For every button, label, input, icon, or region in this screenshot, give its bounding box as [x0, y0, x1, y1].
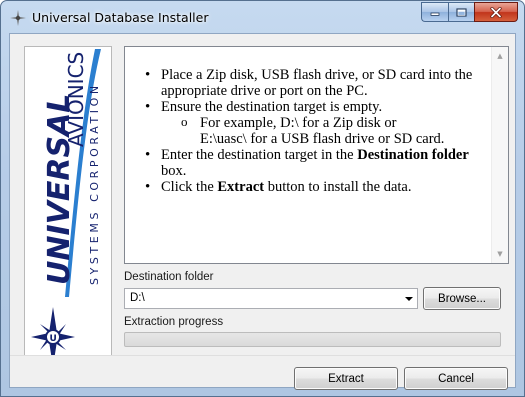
logo-brand-avionics: AVIONICS: [64, 52, 88, 147]
instruction-text: Enter the destination target in the: [161, 147, 358, 163]
destination-folder-dropdown[interactable]: D:\: [124, 288, 418, 309]
browse-button[interactable]: Browse...: [423, 287, 501, 310]
dialog-client-area: UNIVERSAL AVIONICS SYSTEMS CORPORATION U: [9, 33, 516, 390]
instruction-bullet-empty: Ensure the destination target is empty.: [141, 99, 486, 115]
extraction-progress-label: Extraction progress: [124, 316, 224, 328]
instruction-sub-example: For example, D:\ for a Zip disk or E:\ua…: [141, 114, 486, 147]
logo-subtitle: SYSTEMS CORPORATION: [88, 82, 101, 285]
destination-folder-label: Destination folder: [124, 271, 214, 283]
logo-artwork: UNIVERSAL AVIONICS SYSTEMS CORPORATION U: [31, 49, 101, 367]
scroll-down-icon[interactable]: ▼: [496, 250, 504, 258]
minimize-button[interactable]: [421, 2, 448, 22]
installer-window: Universal Database Installer UNIVERSAL A…: [0, 0, 525, 397]
close-icon: [490, 6, 502, 18]
instruction-text: Click the: [161, 179, 218, 195]
cancel-button[interactable]: Cancel: [404, 367, 508, 390]
caption-buttons: [421, 2, 518, 22]
example-line-zip: For example, D:\ for a Zip disk or: [200, 115, 397, 131]
scroll-up-icon[interactable]: ▲: [496, 52, 504, 60]
universal-avionics-logo: UNIVERSAL AVIONICS SYSTEMS CORPORATION U: [24, 46, 112, 380]
instructions-scrollbar[interactable]: ▲ ▼: [491, 47, 508, 263]
instruction-bold-extract: Extract: [217, 179, 265, 195]
chevron-down-icon[interactable]: [405, 297, 413, 301]
minimize-icon: [430, 12, 440, 16]
instruction-bullet-extract: Click the Extract button to install the …: [141, 179, 486, 195]
window-title: Universal Database Installer: [32, 10, 209, 25]
instructions-box[interactable]: Place a Zip disk, USB flash drive, or SD…: [124, 46, 509, 264]
example-line-usb: E:\uasc\ for a USB flash drive or SD car…: [200, 131, 445, 147]
instruction-bold-destination: Destination folder: [357, 147, 469, 163]
compass-rose-icon: [10, 10, 26, 26]
close-button[interactable]: [474, 2, 518, 22]
instruction-text: button to install the data.: [264, 179, 412, 195]
instruction-text: box.: [161, 163, 187, 179]
destination-folder-value: D:\: [130, 292, 145, 304]
extraction-progress-bar: [124, 332, 501, 347]
title-bar[interactable]: Universal Database Installer: [1, 1, 524, 35]
instruction-bullet-insert: Place a Zip disk, USB flash drive, or SD…: [141, 67, 486, 99]
maximize-icon: [456, 7, 467, 17]
instructions-text: Place a Zip disk, USB flash drive, or SD…: [125, 47, 492, 263]
extract-button[interactable]: Extract: [294, 367, 398, 390]
svg-text:U: U: [50, 334, 57, 344]
maximize-button[interactable]: [448, 2, 474, 22]
instruction-bullet-destination: Enter the destination target in the Dest…: [141, 147, 486, 179]
